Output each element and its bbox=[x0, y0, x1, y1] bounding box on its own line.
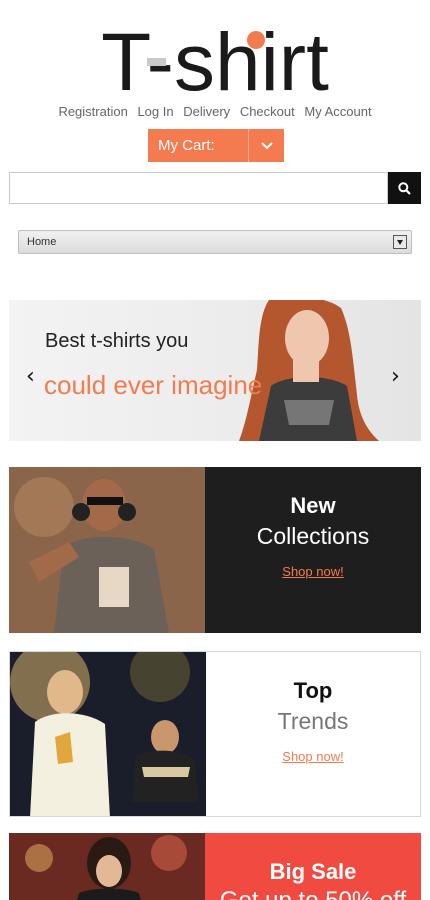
logo-text: T-shirt bbox=[101, 17, 329, 96]
banner-top-trends[interactable]: Top Trends Shop now! bbox=[9, 651, 421, 817]
site-logo[interactable]: T-shirt bbox=[0, 14, 430, 96]
chevron-down-icon bbox=[260, 141, 273, 149]
banner-title: New bbox=[290, 493, 336, 518]
logo-dot bbox=[247, 31, 265, 49]
dropdown-arrow-icon[interactable] bbox=[393, 235, 407, 249]
cart-widget[interactable]: My Cart: bbox=[148, 129, 284, 162]
hero-slider[interactable]: Best t-shirts you could ever imagine ‹ › bbox=[9, 300, 421, 441]
shop-now-link[interactable]: Shop now! bbox=[282, 564, 343, 579]
cart-label[interactable]: My Cart: bbox=[148, 129, 249, 162]
banner-big-sale[interactable]: Big Sale Get up to 50% off bbox=[9, 833, 421, 900]
banner-subtitle: Collections bbox=[256, 523, 370, 549]
dj-photo bbox=[9, 467, 205, 633]
banner-title: Big Sale bbox=[269, 859, 357, 884]
party-photo bbox=[10, 652, 206, 816]
logo-wordmark: T-shirt bbox=[101, 17, 329, 96]
nav-my-account[interactable]: My Account bbox=[304, 104, 371, 119]
shop-now-link[interactable]: Shop now! bbox=[282, 749, 343, 764]
search-button[interactable] bbox=[388, 172, 421, 204]
cart-toggle-button[interactable] bbox=[249, 129, 284, 162]
search-icon bbox=[398, 181, 411, 195]
category-select[interactable]: Home bbox=[18, 230, 412, 254]
category-select-value: Home bbox=[27, 236, 57, 248]
banner-new-collections-panel: New Collections Shop now! bbox=[205, 467, 421, 633]
nav-checkout[interactable]: Checkout bbox=[240, 104, 295, 119]
nav-login[interactable]: Log In bbox=[137, 104, 173, 119]
top-nav: Registration Log In Delivery Checkout My… bbox=[0, 104, 430, 119]
hero-headline: Best t-shirts you bbox=[45, 330, 189, 352]
search-input[interactable] bbox=[9, 172, 388, 204]
slider-next-icon[interactable]: › bbox=[391, 364, 400, 389]
banner-top-trends-panel: Top Trends Shop now! bbox=[206, 652, 420, 816]
search-bar bbox=[9, 172, 421, 204]
nav-delivery[interactable]: Delivery bbox=[183, 104, 230, 119]
banner-top-trends-image bbox=[10, 652, 206, 816]
banner-subtitle: Get up to 50% off bbox=[205, 887, 421, 900]
banner-new-collections[interactable]: New Collections Shop now! bbox=[9, 467, 421, 633]
logo-hyphen bbox=[147, 58, 166, 66]
banner-big-sale-image bbox=[9, 833, 205, 900]
sale-photo bbox=[9, 833, 205, 900]
banner-title: Top bbox=[293, 678, 333, 703]
banner-subtitle: Trends bbox=[277, 708, 349, 734]
slider-prev-icon[interactable]: ‹ bbox=[26, 364, 35, 389]
nav-registration[interactable]: Registration bbox=[58, 104, 127, 119]
banner-big-sale-panel: Big Sale Get up to 50% off bbox=[205, 833, 421, 900]
hero-subheadline: could ever imagine bbox=[44, 370, 263, 400]
banner-new-collections-image bbox=[9, 467, 205, 633]
